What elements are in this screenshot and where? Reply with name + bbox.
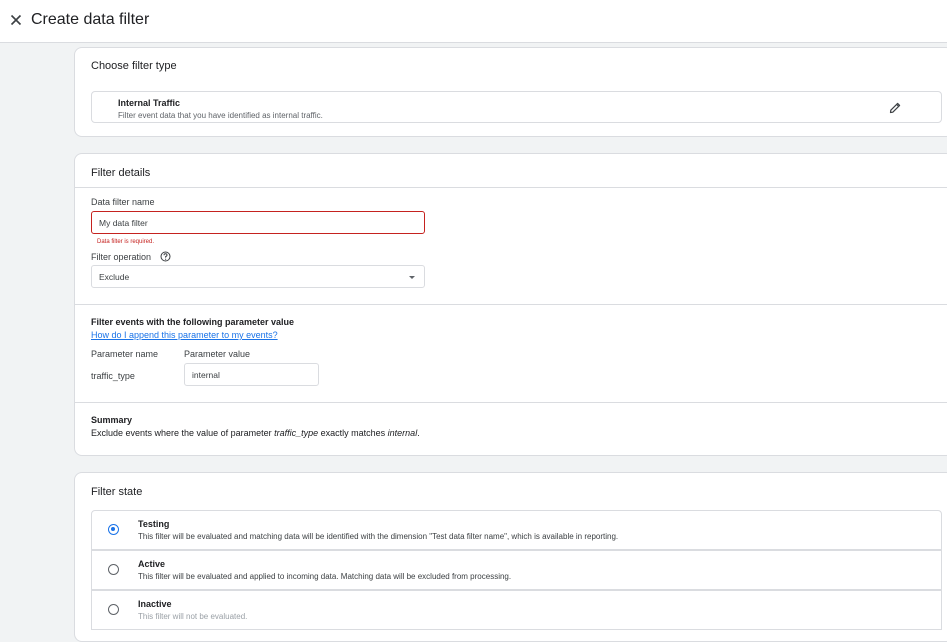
filter-details-card: Filter details Data filter name My data … [74, 153, 947, 456]
close-button[interactable] [7, 11, 25, 29]
state-desc-inactive: This filter will not be evaluated. [138, 612, 248, 621]
state-desc-testing: This filter will be evaluated and matchi… [138, 532, 619, 541]
filter-name-error: Data filter is required. [97, 239, 155, 245]
filter-name-input[interactable]: My data filter [91, 211, 425, 234]
filter-name-label: Data filter name [91, 197, 155, 207]
summary-heading: Summary [91, 415, 133, 425]
divider [75, 187, 947, 188]
selected-filter-type[interactable]: Internal Traffic Filter event data that … [91, 91, 942, 123]
pencil-icon[interactable] [888, 101, 902, 115]
divider [75, 402, 947, 403]
filter-operation-select[interactable]: Exclude [91, 265, 425, 288]
page-title: Create data filter [31, 11, 150, 28]
close-icon [10, 14, 22, 26]
filter-type-heading: Choose filter type [91, 60, 177, 72]
state-title-active: Active [138, 559, 166, 569]
summary-value: internal [387, 428, 418, 438]
parameter-value: internal [192, 369, 220, 380]
filter-type-title: Internal Traffic [118, 98, 181, 108]
summary-text: Exclude events where the value of parame… [91, 428, 420, 438]
filter-state-heading: Filter state [91, 486, 143, 498]
parameter-value-input[interactable]: internal [184, 363, 319, 386]
summary-middle: exactly matches [318, 428, 388, 438]
parameter-name-header: Parameter name [91, 349, 159, 359]
state-title-testing: Testing [138, 519, 170, 529]
state-title-inactive: Inactive [138, 599, 172, 609]
help-circle-icon[interactable] [160, 251, 171, 262]
radio-testing[interactable] [108, 524, 119, 535]
filter-operation-value: Exclude [99, 271, 130, 282]
parameter-heading: Filter events with the following paramet… [91, 317, 295, 327]
filter-state-card: Filter state Testing This filter will be… [74, 472, 947, 642]
summary-prefix: Exclude events where the value of parame… [91, 428, 275, 438]
state-option-active[interactable]: Active This filter will be evaluated and… [91, 550, 942, 590]
summary-param: traffic_type [274, 428, 319, 438]
filter-type-card: Choose filter type Internal Traffic Filt… [74, 47, 947, 137]
filter-operation-label-text: Filter operation [91, 252, 152, 262]
divider [75, 304, 947, 305]
state-option-inactive[interactable]: Inactive This filter will not be evaluat… [91, 590, 942, 630]
filter-type-description: Filter event data that you have identifi… [118, 111, 323, 120]
summary-suffix: . [417, 428, 420, 438]
state-desc-active: This filter will be evaluated and applie… [138, 572, 512, 581]
parameter-help-link[interactable]: How do I append this parameter to my eve… [91, 330, 278, 340]
state-option-testing[interactable]: Testing This filter will be evaluated an… [91, 510, 942, 550]
filter-name-value: My data filter [99, 217, 148, 228]
radio-inactive[interactable] [108, 604, 119, 615]
filter-operation-label: Filter operation [91, 252, 151, 262]
top-bar: Create data filter [0, 0, 947, 43]
parameter-name: traffic_type [91, 371, 135, 381]
caret-down-icon [409, 276, 415, 279]
filter-details-heading: Filter details [91, 167, 151, 179]
radio-active[interactable] [108, 564, 119, 575]
parameter-value-header: Parameter value [184, 349, 251, 359]
